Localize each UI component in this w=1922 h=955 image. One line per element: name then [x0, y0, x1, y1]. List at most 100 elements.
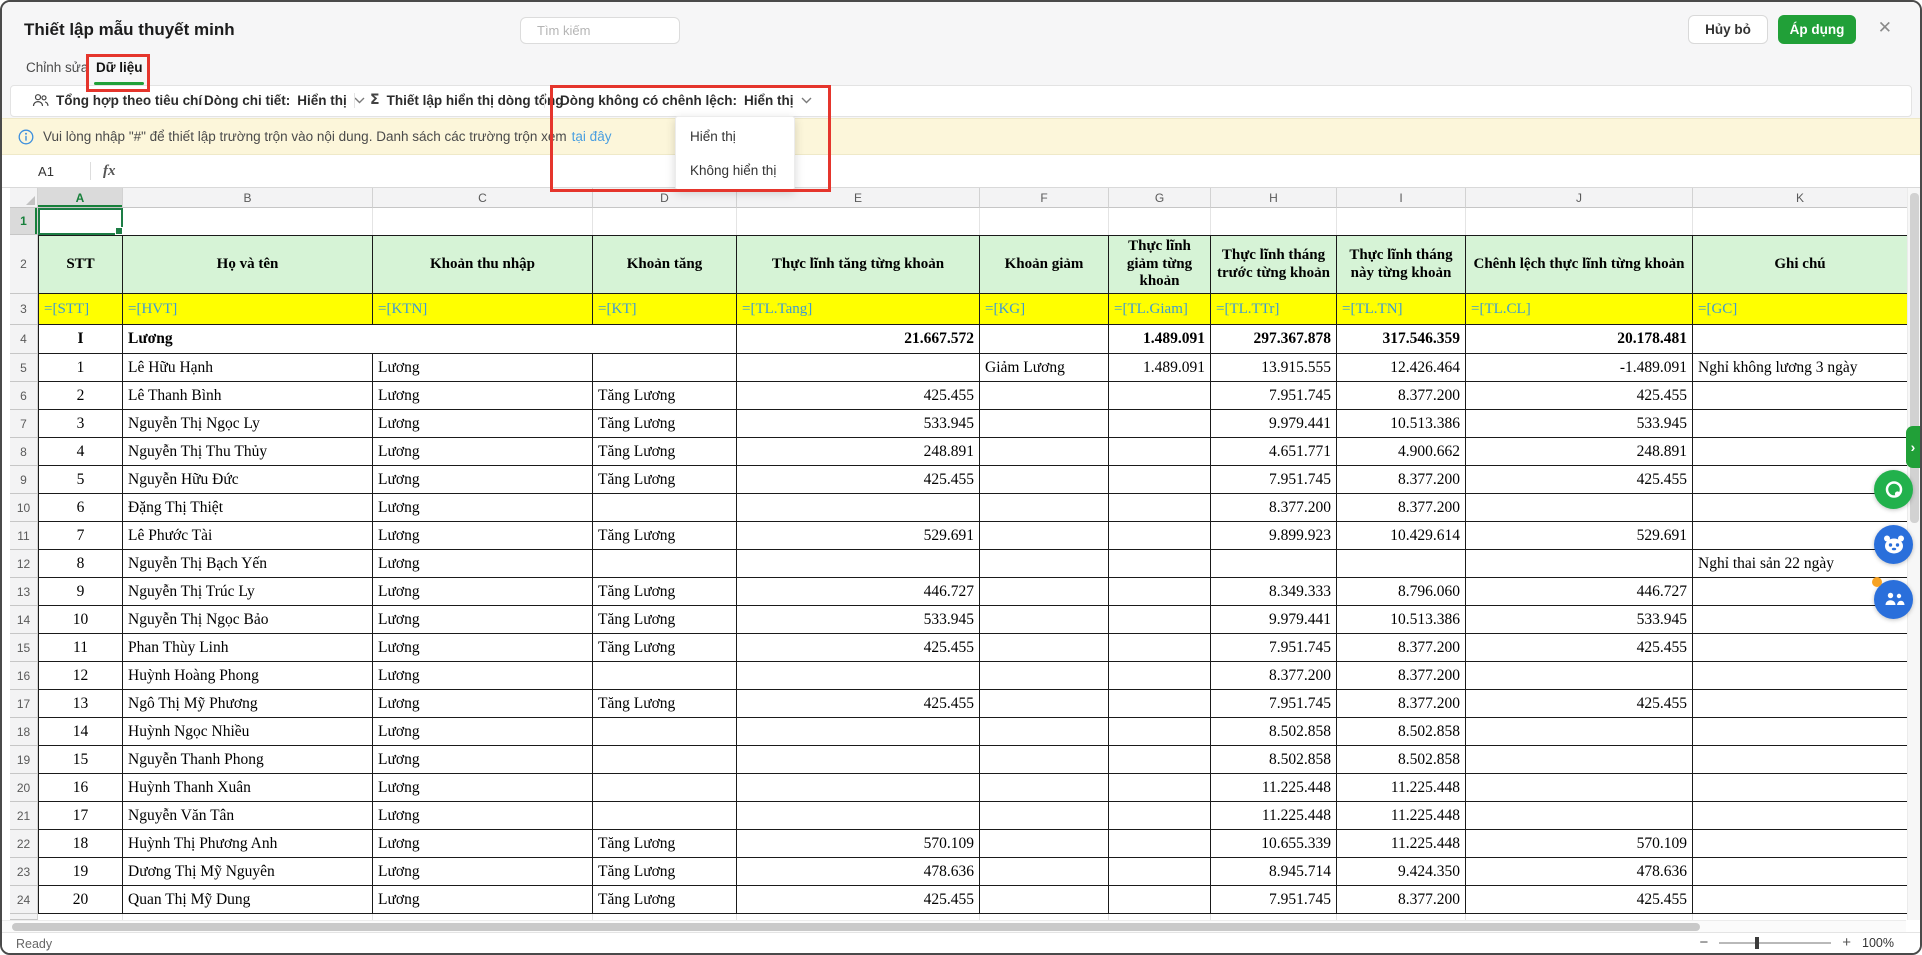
cell-I14[interactable]: 10.513.386 — [1337, 606, 1466, 634]
cell-C23[interactable]: Lương — [373, 858, 593, 886]
row-header-16[interactable]: 16 — [10, 662, 38, 690]
cell-F8[interactable] — [980, 438, 1109, 466]
column-header-J[interactable]: J — [1466, 188, 1693, 208]
cell-D1[interactable] — [593, 208, 737, 235]
cell-H9[interactable]: 7.951.745 — [1211, 466, 1337, 494]
cell-K6[interactable] — [1693, 382, 1908, 410]
row-header-23[interactable]: 23 — [10, 858, 38, 886]
cell-B20[interactable]: Huỳnh Thanh Xuân — [123, 774, 373, 802]
cell-G12[interactable] — [1109, 550, 1211, 578]
cell-E7[interactable]: 533.945 — [737, 410, 980, 438]
cell-F13[interactable] — [980, 578, 1109, 606]
row-header-13[interactable]: 13 — [10, 578, 38, 606]
cell-I24[interactable]: 8.377.200 — [1337, 886, 1466, 914]
cell-H14[interactable]: 9.979.441 — [1211, 606, 1337, 634]
cell-H5[interactable]: 13.915.555 — [1211, 354, 1337, 382]
cell-I16[interactable]: 8.377.200 — [1337, 662, 1466, 690]
cell-A1[interactable] — [38, 208, 123, 235]
cell-reference-box[interactable]: A1 — [2, 164, 90, 179]
cell-C24[interactable]: Lương — [373, 886, 593, 914]
cell-F22[interactable] — [980, 830, 1109, 858]
cell-G6[interactable] — [1109, 382, 1211, 410]
cell-J18[interactable] — [1466, 718, 1693, 746]
row-header-8[interactable]: 8 — [10, 438, 38, 466]
cell-D8[interactable]: Tăng Lương — [593, 438, 737, 466]
total-row-settings-button[interactable]: Σ Thiết lập hiển thị dòng tổng — [370, 85, 564, 115]
cell-A6[interactable]: 2 — [38, 382, 123, 410]
cell-B11[interactable]: Lê Phước Tài — [123, 522, 373, 550]
row-header-10[interactable]: 10 — [10, 494, 38, 522]
cell-D2[interactable]: Khoản tăng — [593, 235, 737, 294]
cell-A5[interactable]: 1 — [38, 354, 123, 382]
cell-A8[interactable]: 4 — [38, 438, 123, 466]
cell-C21[interactable]: Lương — [373, 802, 593, 830]
cell-J17[interactable]: 425.455 — [1466, 690, 1693, 718]
cell-K22[interactable] — [1693, 830, 1908, 858]
cell-H15[interactable]: 7.951.745 — [1211, 634, 1337, 662]
cell-E2[interactable]: Thực lĩnh tăng từng khoản — [737, 235, 980, 294]
cell-J14[interactable]: 533.945 — [1466, 606, 1693, 634]
cell-G15[interactable] — [1109, 634, 1211, 662]
cell-K17[interactable] — [1693, 690, 1908, 718]
cell-F17[interactable] — [980, 690, 1109, 718]
cell-D15[interactable]: Tăng Lương — [593, 634, 737, 662]
cell-G18[interactable] — [1109, 718, 1211, 746]
cell-F5[interactable]: Giảm Lương — [980, 354, 1109, 382]
cell-H18[interactable]: 8.502.858 — [1211, 718, 1337, 746]
cell-I13[interactable]: 8.796.060 — [1337, 578, 1466, 606]
cell-C1[interactable] — [373, 208, 593, 235]
detail-row-dropdown[interactable]: Dòng chi tiết: Hiển thị — [204, 85, 365, 115]
cell-F21[interactable] — [980, 802, 1109, 830]
cell-B21[interactable]: Nguyễn Văn Tân — [123, 802, 373, 830]
cell-C2[interactable]: Khoản thu nhập — [373, 235, 593, 294]
row-header-5[interactable]: 5 — [10, 354, 38, 382]
cell-J15[interactable]: 425.455 — [1466, 634, 1693, 662]
cell-J2[interactable]: Chênh lệch thực lĩnh từng khoản — [1466, 235, 1693, 294]
cell-C20[interactable]: Lương — [373, 774, 593, 802]
column-header-H[interactable]: H — [1211, 188, 1337, 208]
cell-G23[interactable] — [1109, 858, 1211, 886]
cell-K23[interactable] — [1693, 858, 1908, 886]
cell-J8[interactable]: 248.891 — [1466, 438, 1693, 466]
cell-H8[interactable]: 4.651.771 — [1211, 438, 1337, 466]
cell-B1[interactable] — [123, 208, 373, 235]
cell-E11[interactable]: 529.691 — [737, 522, 980, 550]
cell-F12[interactable] — [980, 550, 1109, 578]
column-header-E[interactable]: E — [737, 188, 980, 208]
cell-C13[interactable]: Lương — [373, 578, 593, 606]
cell-D13[interactable]: Tăng Lương — [593, 578, 737, 606]
cell-D5[interactable] — [593, 354, 737, 382]
cell-E3[interactable]: =[TL.Tang] — [737, 294, 980, 325]
cell-F23[interactable] — [980, 858, 1109, 886]
cell-H11[interactable]: 9.899.923 — [1211, 522, 1337, 550]
cell-K20[interactable] — [1693, 774, 1908, 802]
row-header-4[interactable]: 4 — [10, 325, 38, 354]
cell-A24[interactable]: 20 — [38, 886, 123, 914]
cell-E21[interactable] — [737, 802, 980, 830]
cell-C14[interactable]: Lương — [373, 606, 593, 634]
cell-G22[interactable] — [1109, 830, 1211, 858]
cell-I17[interactable]: 8.377.200 — [1337, 690, 1466, 718]
cell-C10[interactable]: Lương — [373, 494, 593, 522]
cell-E12[interactable] — [737, 550, 980, 578]
cell-K3[interactable]: =[GC] — [1693, 294, 1908, 325]
cell-A18[interactable]: 14 — [38, 718, 123, 746]
cell-G10[interactable] — [1109, 494, 1211, 522]
cell-E8[interactable]: 248.891 — [737, 438, 980, 466]
cell-K16[interactable] — [1693, 662, 1908, 690]
horizontal-scrollbar-thumb[interactable] — [12, 923, 1700, 931]
cell-J12[interactable] — [1466, 550, 1693, 578]
cell-C19[interactable]: Lương — [373, 746, 593, 774]
cell-A15[interactable]: 11 — [38, 634, 123, 662]
cell-I7[interactable]: 10.513.386 — [1337, 410, 1466, 438]
cell-F2[interactable]: Khoản giảm — [980, 235, 1109, 294]
cell-K24[interactable] — [1693, 886, 1908, 914]
cell-B16[interactable]: Huỳnh Hoàng Phong — [123, 662, 373, 690]
cell-H7[interactable]: 9.979.441 — [1211, 410, 1337, 438]
row-header-21[interactable]: 21 — [10, 802, 38, 830]
cell-I3[interactable]: =[TL.TN] — [1337, 294, 1466, 325]
cell-I22[interactable]: 11.225.448 — [1337, 830, 1466, 858]
cell-D23[interactable]: Tăng Lương — [593, 858, 737, 886]
row-header-3[interactable]: 3 — [10, 294, 38, 325]
cell-J22[interactable]: 570.109 — [1466, 830, 1693, 858]
